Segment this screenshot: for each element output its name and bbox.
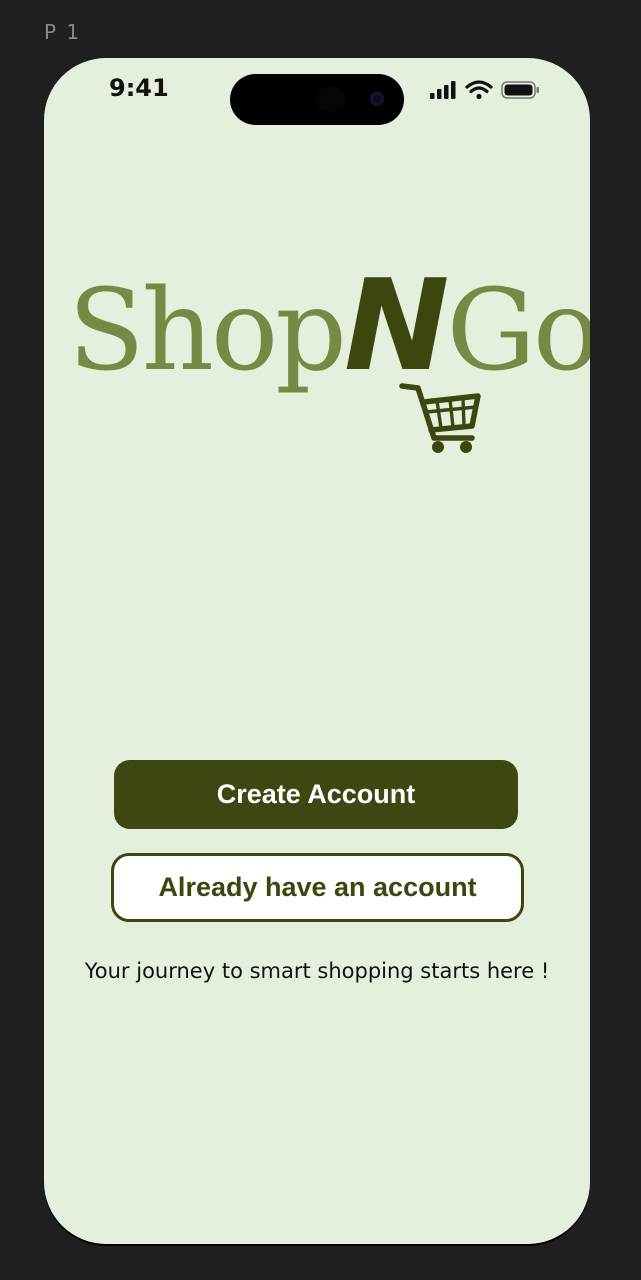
frame-label: P 1 [44,20,82,44]
logo-part-shop: Shop [68,266,347,396]
signal-bars-icon [430,81,456,99]
create-account-button[interactable]: Create Account [114,760,518,829]
dynamic-island [230,74,404,125]
logo-part-n: N [343,252,449,399]
front-camera-icon [370,92,384,106]
app-logo: ShopNGo [68,256,590,456]
wifi-icon [465,80,493,100]
logo-wordmark: ShopNGo [68,256,590,401]
tagline: Your journey to smart shopping starts he… [84,959,550,983]
status-time: 9:41 [109,74,169,102]
logo-part-go: Go [446,266,590,396]
phone-screen: 9:41 ShopNGo Create Account Already have… [44,58,590,1244]
shopping-cart-icon [399,383,481,453]
battery-icon [501,81,539,99]
status-icons [430,80,539,100]
login-button[interactable]: Already have an account [111,853,524,922]
island-sensor [316,86,346,112]
